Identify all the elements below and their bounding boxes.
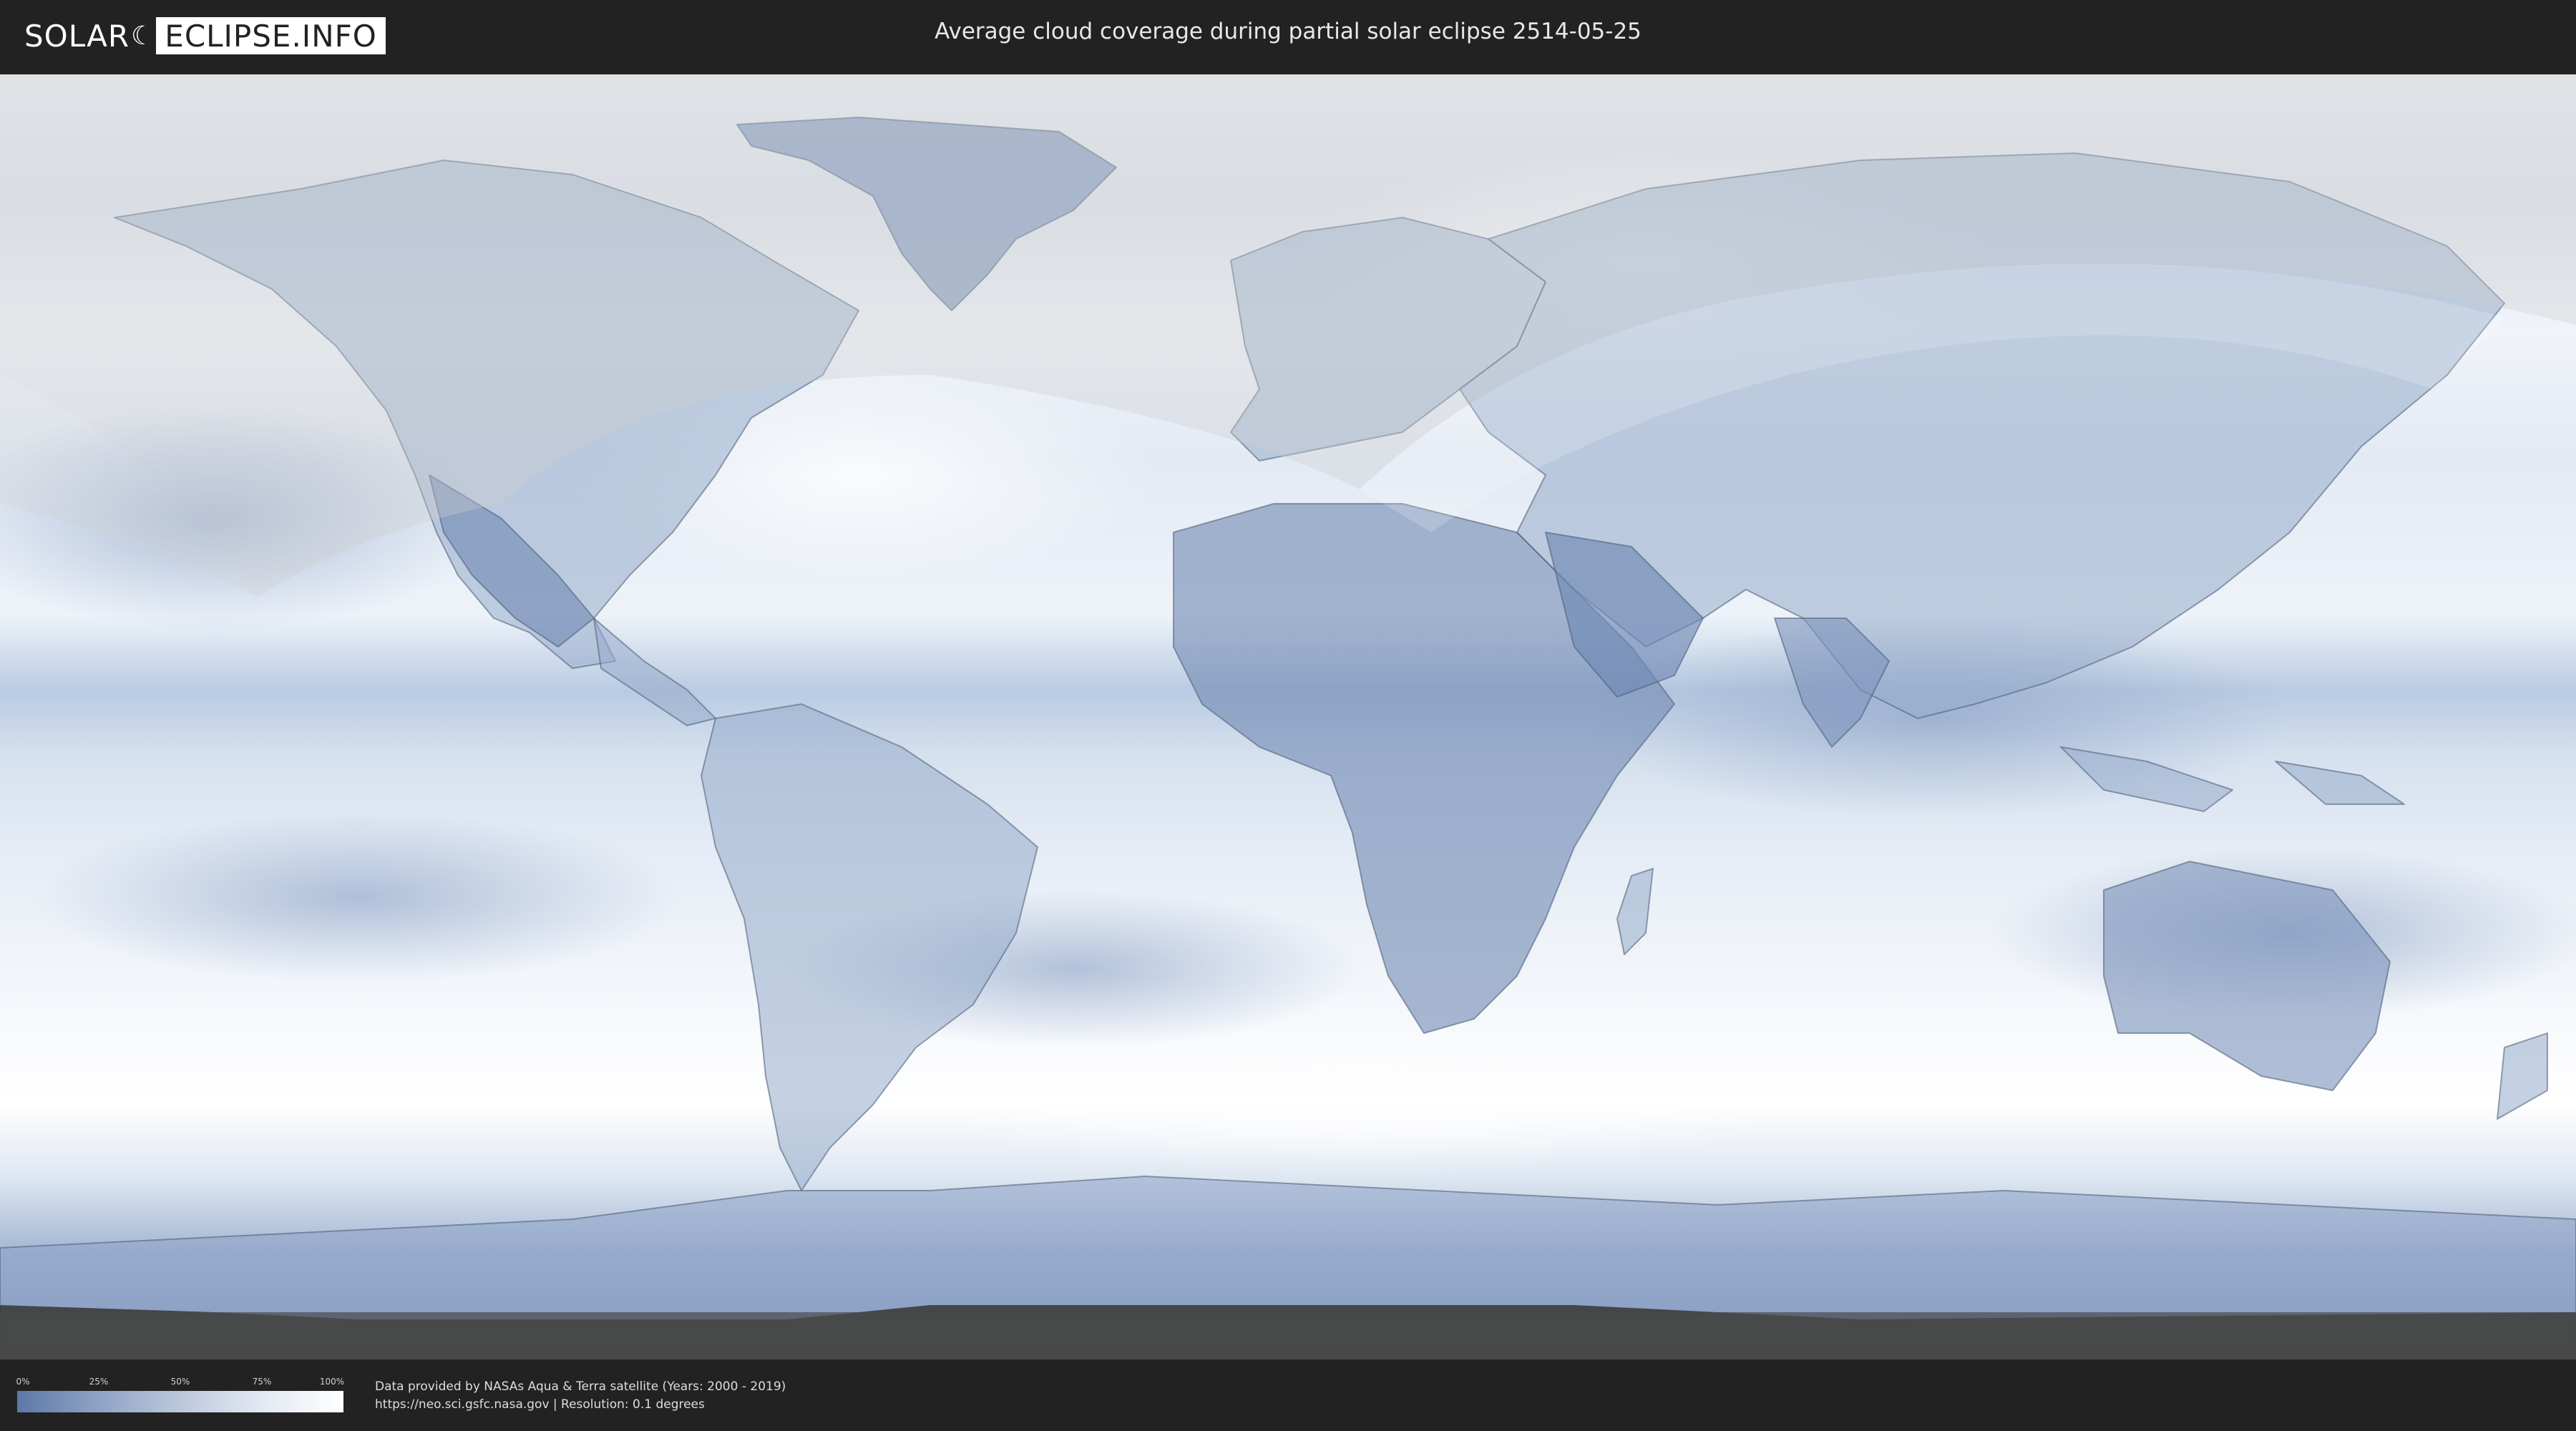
legend-tick: 100% xyxy=(319,1377,345,1387)
credit-line-url: https://neo.sci.gsfc.nasa.gov | Resoluti… xyxy=(375,1397,705,1412)
legend-tick: 0% xyxy=(16,1377,30,1387)
data-credits: Data provided by NASAs Aqua & Terra sate… xyxy=(375,1378,786,1414)
credit-line-source: Data provided by NASAs Aqua & Terra sate… xyxy=(375,1379,786,1394)
cloud-coverage-map xyxy=(0,74,2576,1359)
legend-tick: 25% xyxy=(89,1377,109,1387)
header-bar: SOLAR ☾ ECLIPSE.INFO Average cloud cover… xyxy=(0,0,2576,72)
page-title: Average cloud coverage during partial so… xyxy=(935,19,1641,44)
legend-tick: 50% xyxy=(170,1377,190,1387)
legend-color-bar xyxy=(17,1391,343,1412)
legend-ticks: 0% 25% 50% 75% 100% xyxy=(16,1377,345,1390)
legend-tick: 75% xyxy=(252,1377,272,1387)
cloud-legend: 0% 25% 50% 75% 100% xyxy=(16,1377,345,1412)
footer-bar: 0% 25% 50% 75% 100% Data provided by NAS… xyxy=(0,1359,2576,1431)
